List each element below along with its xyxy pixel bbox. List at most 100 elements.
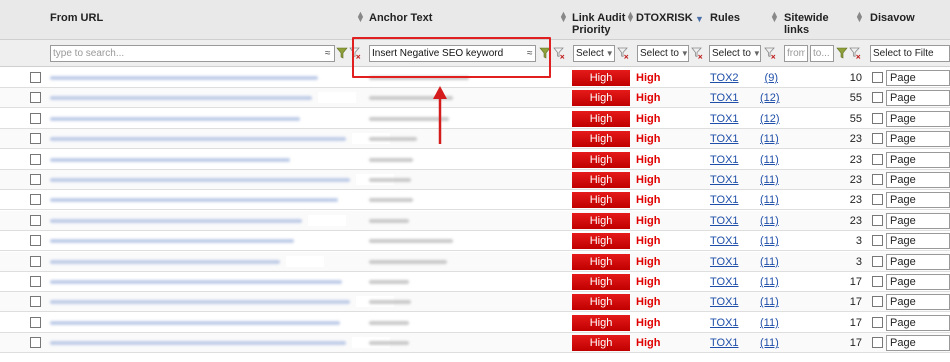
from-url-search-input[interactable] [50, 45, 335, 62]
disavow-level-select[interactable]: Page [886, 90, 950, 107]
rule-count-link[interactable]: (11) [760, 296, 779, 308]
rule-count-link[interactable]: (12) [760, 113, 780, 125]
disavow-level-select[interactable]: Page [886, 70, 950, 86]
disavow-checkbox[interactable] [872, 296, 883, 308]
col-link-audit-priority[interactable]: Link Audit Priority [572, 0, 625, 39]
rule-count-link[interactable]: (11) [760, 194, 779, 206]
disavow-checkbox[interactable] [872, 72, 883, 83]
from-url-link[interactable] [50, 300, 350, 305]
disavow-checkbox[interactable] [872, 194, 883, 206]
col-from-url[interactable]: From URL [50, 0, 103, 39]
from-url-link[interactable] [50, 198, 338, 203]
rule-link[interactable]: TOX1 [710, 276, 739, 288]
disavow-level-select[interactable]: Page [886, 172, 950, 188]
disavow-checkbox[interactable] [872, 133, 883, 145]
disavow-level-select[interactable]: Page [886, 212, 950, 229]
row-checkbox[interactable] [30, 153, 41, 165]
from-url-link[interactable] [50, 116, 300, 121]
sitewide-from-input[interactable] [784, 45, 808, 62]
filter-icon[interactable] [336, 47, 348, 59]
from-url-link[interactable] [50, 157, 290, 162]
rule-link[interactable]: TOX1 [710, 133, 739, 145]
clear-filter-icon[interactable] [849, 47, 861, 59]
rule-link[interactable]: TOX2 [710, 72, 739, 84]
disavow-level-select[interactable]: Page [886, 233, 950, 250]
rule-link[interactable]: TOX1 [710, 296, 739, 308]
disavow-checkbox[interactable] [872, 174, 883, 185]
rule-count-link[interactable]: (11) [760, 317, 779, 329]
col-sitewide-links[interactable]: Sitewide links [784, 0, 829, 39]
row-checkbox[interactable] [30, 255, 41, 267]
rule-count-link[interactable]: (11) [760, 276, 779, 288]
rule-count-link[interactable]: (12) [760, 92, 780, 104]
disavow-level-select[interactable]: Page [886, 294, 950, 311]
rules-filter-select[interactable]: Select to ▼ [709, 45, 761, 62]
row-checkbox[interactable] [30, 174, 41, 185]
rule-count-link[interactable]: (11) [760, 235, 779, 247]
rule-link[interactable]: TOX1 [710, 256, 739, 268]
row-checkbox[interactable] [30, 235, 41, 247]
filter-icon[interactable] [836, 47, 848, 59]
sort-icon[interactable]: ▲ ▼ [770, 10, 779, 24]
from-url-link[interactable] [50, 341, 346, 346]
disavow-level-select[interactable]: Page [886, 192, 950, 209]
disavow-checkbox[interactable] [872, 112, 883, 124]
sort-desc-icon[interactable]: ▼ [695, 15, 704, 24]
rule-count-link[interactable]: (11) [760, 174, 779, 186]
disavow-level-select[interactable]: Page [886, 314, 950, 331]
rule-count-link[interactable]: (11) [760, 154, 779, 166]
rule-link[interactable]: TOX1 [710, 317, 739, 329]
rule-count-link[interactable]: (11) [760, 215, 779, 227]
rule-count-link[interactable]: (11) [760, 256, 779, 268]
sort-icon[interactable]: ▲ ▼ [855, 10, 864, 24]
disavow-level-select[interactable]: Page [886, 110, 950, 127]
disavow-checkbox[interactable] [872, 255, 883, 267]
disavow-level-select[interactable]: Page [886, 274, 950, 290]
from-url-link[interactable] [50, 137, 346, 142]
rule-link[interactable]: TOX1 [710, 154, 739, 166]
row-checkbox[interactable] [30, 194, 41, 206]
row-checkbox[interactable] [30, 316, 41, 328]
row-checkbox[interactable] [30, 112, 41, 124]
from-url-link[interactable] [50, 320, 340, 325]
from-url-link[interactable] [50, 76, 318, 80]
dtox-filter-select[interactable]: Select to ▼ [637, 45, 689, 62]
disavow-checkbox[interactable] [872, 276, 883, 287]
row-checkbox[interactable] [30, 296, 41, 308]
rule-link[interactable]: TOX1 [710, 174, 739, 186]
sort-icon[interactable]: ▲ ▼ [559, 10, 568, 24]
disavow-checkbox[interactable] [872, 214, 883, 226]
rule-link[interactable]: TOX1 [710, 194, 739, 206]
clear-filter-icon[interactable] [553, 47, 565, 59]
rule-link[interactable]: TOX1 [710, 215, 739, 227]
clear-filter-icon[interactable] [691, 47, 703, 59]
col-dtoxrisk[interactable]: DTOXRISK [636, 0, 693, 39]
rule-link[interactable]: TOX1 [710, 235, 739, 247]
from-url-link[interactable] [50, 280, 342, 284]
clear-filter-icon[interactable] [617, 47, 629, 59]
row-checkbox[interactable] [30, 337, 41, 349]
row-checkbox[interactable] [30, 72, 41, 83]
disavow-checkbox[interactable] [872, 316, 883, 328]
from-url-link[interactable] [50, 96, 312, 101]
disavow-checkbox[interactable] [872, 337, 883, 349]
row-checkbox[interactable] [30, 133, 41, 145]
disavow-level-select[interactable]: Page [886, 151, 950, 168]
disavow-filter-select[interactable]: Select to Filte [870, 45, 950, 62]
rule-count-link[interactable]: (11) [760, 337, 779, 349]
rule-count-link[interactable]: (9) [760, 72, 778, 84]
disavow-level-select[interactable]: Page [886, 335, 950, 352]
priority-filter-select[interactable]: Select ▼ [573, 45, 615, 62]
approx-icon[interactable]: ≈ [325, 48, 331, 59]
col-disavow[interactable]: Disavow [870, 0, 915, 39]
row-checkbox[interactable] [30, 276, 41, 287]
col-anchor-text[interactable]: Anchor Text [369, 0, 432, 39]
row-checkbox[interactable] [30, 92, 41, 104]
clear-filter-icon[interactable] [764, 47, 776, 59]
from-url-link[interactable] [50, 178, 350, 182]
from-url-link[interactable] [50, 239, 294, 244]
rule-link[interactable]: TOX1 [710, 92, 739, 104]
disavow-level-select[interactable]: Page [886, 253, 950, 270]
from-url-link[interactable] [50, 259, 280, 264]
disavow-checkbox[interactable] [872, 235, 883, 247]
